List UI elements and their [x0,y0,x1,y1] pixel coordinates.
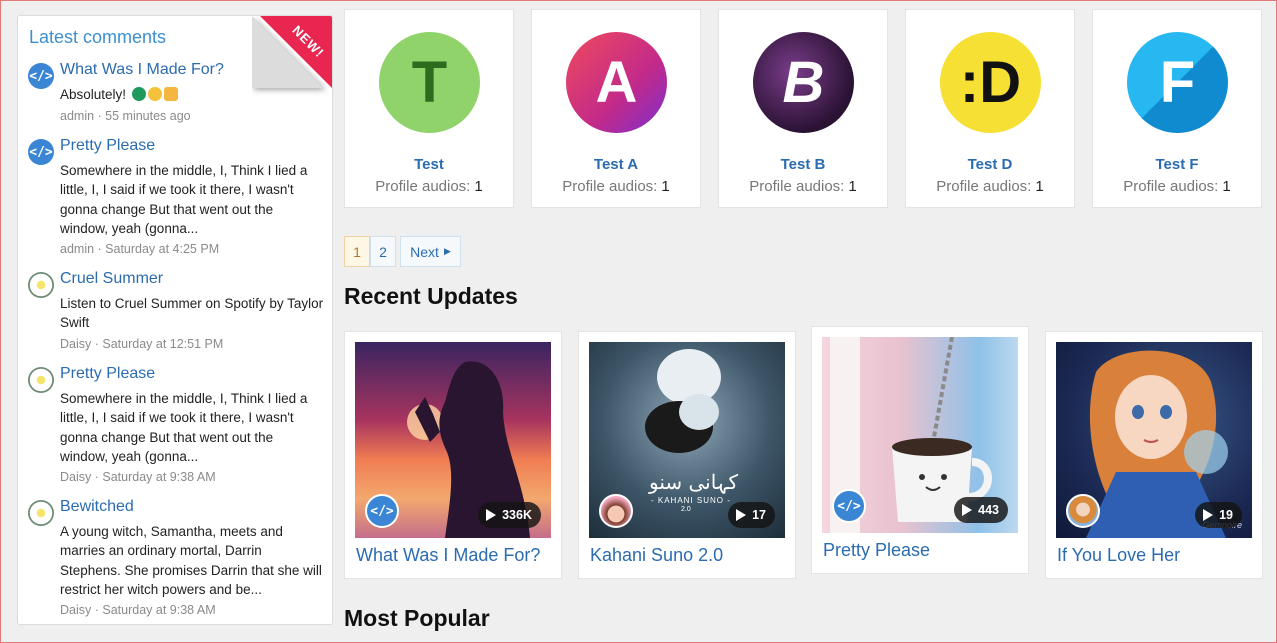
play-count-badge[interactable]: 443 [954,497,1008,523]
comment-title-link[interactable]: Bewitched [60,498,134,516]
comment-title-link[interactable]: Pretty Please [60,365,155,383]
comment-meta: Daisy · Saturday at 9:38 AM [60,603,216,617]
most-popular-heading: Most Popular [344,605,490,631]
profile-avatar[interactable]: A [566,32,667,133]
audio-title-link[interactable]: If You Love Her [1057,545,1180,566]
chevron-right-icon: ▶ [443,246,451,256]
play-count-badge[interactable]: 19 [1195,502,1242,528]
audio-card[interactable]: </> 336K What Was I Made For? [344,331,562,579]
profile-card[interactable]: :D Test D Profile audios: 1 [905,9,1075,208]
profile-name[interactable]: Test A [532,156,700,173]
play-count-badge[interactable]: 17 [728,502,775,528]
comment-title-link[interactable]: Pretty Please [60,137,155,155]
profile-card[interactable]: T Test Profile audios: 1 [344,9,514,208]
code-icon: </> [29,68,53,84]
latest-comments-widget: Latest comments NEW! </> What Was I Made… [17,15,333,625]
uploader-avatar[interactable]: </> [832,489,866,523]
page-2-button[interactable]: 2 [370,236,396,267]
play-icon [486,509,497,521]
comment-title-link[interactable]: What Was I Made For? [60,61,224,79]
overlay-subtitle: - KAHANI SUNO - [651,496,731,505]
profile-card[interactable]: A Test A Profile audios: 1 [531,9,701,208]
play-icon [1203,509,1214,521]
audio-title-link[interactable]: Pretty Please [823,540,930,561]
audio-card[interactable]: کہانی سنو - KAHANI SUNO - 2.0 17 Kahani … [578,331,796,579]
profile-avatar[interactable]: B [753,32,854,133]
comment-body: A young witch, Samantha, meets and marri… [60,524,322,597]
profile-avatar[interactable]: T [379,32,480,133]
user-avatar[interactable]: </> [28,63,54,89]
smile-emoji-icon [147,87,162,101]
next-page-button[interactable]: Next ▶ [400,236,461,267]
comment-meta: admin · Saturday at 4:25 PM [60,242,220,256]
code-icon: </> [29,144,53,160]
page-1-button[interactable]: 1 [344,236,370,267]
audio-card[interactable]: </> 443 Pretty Please [811,326,1029,574]
thumbs-up-emoji-icon [163,87,178,101]
play-count-badge[interactable]: 336K [478,502,541,528]
user-avatar[interactable] [28,367,54,393]
profile-audio-count: Profile audios: 1 [375,178,483,195]
pagination: 1 2 Next ▶ [344,236,461,267]
audio-title-link[interactable]: Kahani Suno 2.0 [590,545,723,566]
profile-name[interactable]: Test B [719,156,887,173]
code-icon: </> [837,498,861,514]
comment-meta: admin · 55 minutes ago [60,109,191,123]
comment-body: Listen to Cruel Summer on Spotify by Tay… [60,296,324,331]
overlay-version: 2.0 [681,506,691,513]
play-icon [736,509,747,521]
uploader-avatar[interactable] [599,494,633,528]
audio-thumbnail[interactable]: کہانی سنو - KAHANI SUNO - 2.0 17 [589,342,785,538]
comment-body: Absolutely! [60,85,324,104]
profile-name[interactable]: Test [345,156,513,173]
audio-title-link[interactable]: What Was I Made For? [356,545,540,566]
audio-card[interactable]: Gemnoire 19 If You Love Her [1045,331,1263,579]
user-avatar[interactable]: </> [28,139,54,165]
profile-audio-count: Profile audios: 1 [749,178,857,195]
earth-emoji-icon [131,87,146,101]
new-ribbon: NEW! [252,16,332,96]
user-avatar[interactable] [28,500,54,526]
comment-body: Somewhere in the middle, I, Think I lied… [60,391,308,464]
user-avatar[interactable] [28,272,54,298]
comment-title-link[interactable]: Cruel Summer [60,270,163,288]
audio-thumbnail[interactable]: </> 336K [355,342,551,538]
uploader-avatar[interactable]: </> [365,494,399,528]
profile-avatar[interactable]: :D [940,32,1041,133]
comment-meta: Daisy · Saturday at 9:38 AM [60,470,216,484]
audio-thumbnail[interactable]: Gemnoire 19 [1056,342,1252,538]
overlay-title: کہانی سنو [649,470,739,494]
uploader-avatar[interactable] [1066,494,1100,528]
profile-card[interactable]: F Test F Profile audios: 1 [1092,9,1262,208]
profile-audio-count: Profile audios: 1 [562,178,670,195]
recent-updates-heading: Recent Updates [344,283,518,309]
comment-body: Somewhere in the middle, I, Think I lied… [60,163,308,236]
profile-audio-count: Profile audios: 1 [1123,178,1231,195]
code-icon: </> [370,503,394,519]
audio-thumbnail[interactable]: </> 443 [822,337,1018,533]
profile-name[interactable]: Test D [906,156,1074,173]
comment-meta: Daisy · Saturday at 12:51 PM [60,337,224,351]
profile-name[interactable]: Test F [1093,156,1261,173]
profile-avatar[interactable]: F [1127,32,1228,133]
widget-title: Latest comments [29,27,167,47]
play-icon [962,504,973,516]
profile-audio-count: Profile audios: 1 [936,178,1044,195]
profile-card[interactable]: B Test B Profile audios: 1 [718,9,888,208]
